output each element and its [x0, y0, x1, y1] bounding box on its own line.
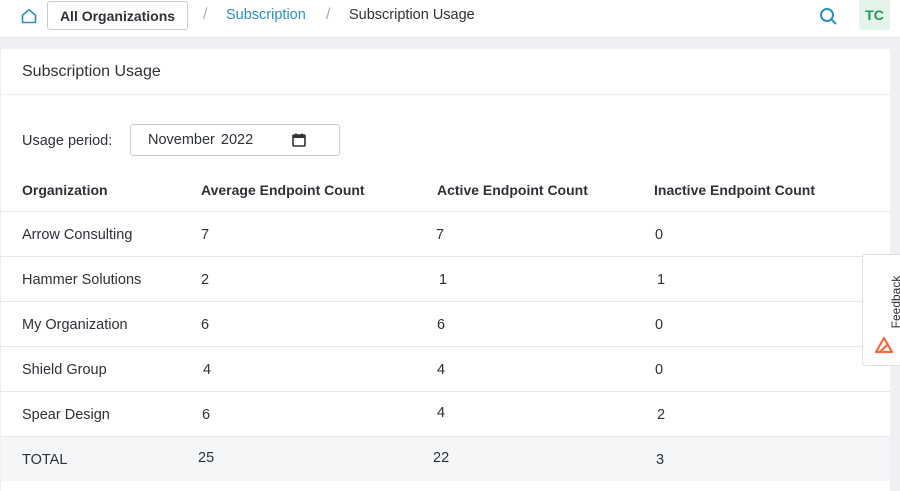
- cell-average: 6: [202, 407, 211, 423]
- all-organizations-button[interactable]: All Organizations: [47, 1, 188, 30]
- breadcrumb-current: Subscription Usage: [349, 7, 475, 23]
- cell-average: 4: [203, 362, 212, 378]
- cell-inactive: 0: [655, 362, 664, 378]
- table-row-total: TOTAL 25 22 3: [1, 436, 890, 481]
- calendar-icon[interactable]: [291, 132, 307, 148]
- avatar[interactable]: TC: [859, 0, 890, 30]
- usage-period-value: November 2022: [148, 132, 254, 148]
- page-title: Subscription Usage: [22, 63, 161, 80]
- subscription-usage-card: Subscription Usage Usage period: Novembe…: [1, 49, 890, 491]
- feedback-label: Feedback: [889, 275, 900, 329]
- cell-inactive: 1: [657, 272, 666, 288]
- cell-organization: Arrow Consulting: [22, 227, 133, 243]
- breadcrumb-subscription-link[interactable]: Subscription: [226, 7, 306, 23]
- column-header-inactive[interactable]: Inactive Endpoint Count: [654, 182, 815, 198]
- cell-average: 6: [201, 317, 210, 333]
- feedback-logo-icon: [874, 336, 894, 354]
- table-row: Arrow Consulting 7 7 0: [1, 211, 890, 256]
- table-row: Spear Design 6 4 2: [1, 391, 890, 436]
- home-icon[interactable]: [20, 7, 38, 25]
- cell-active: 1: [439, 272, 448, 288]
- cell-inactive: 3: [656, 452, 665, 468]
- table-row: My Organization 6 6 0: [1, 301, 890, 346]
- breadcrumb-separator: /: [203, 6, 208, 23]
- top-bar: All Organizations / Subscription / Subsc…: [0, 0, 900, 38]
- column-header-active[interactable]: Active Endpoint Count: [437, 182, 588, 198]
- divider: [1, 94, 890, 95]
- feedback-tab[interactable]: Feedback: [862, 254, 900, 366]
- cell-inactive: 0: [655, 227, 664, 243]
- table-row: Hammer Solutions 2 1 1: [1, 256, 890, 301]
- cell-average: 25: [198, 450, 215, 466]
- column-header-average[interactable]: Average Endpoint Count: [201, 182, 365, 198]
- cell-active: 4: [437, 405, 446, 421]
- usage-period-input[interactable]: November 2022: [130, 124, 340, 156]
- usage-period-label: Usage period:: [22, 133, 113, 149]
- cell-organization: My Organization: [22, 317, 128, 333]
- cell-active: 22: [433, 450, 450, 466]
- cell-active: 6: [437, 317, 446, 333]
- cell-average: 7: [201, 227, 210, 243]
- cell-organization: Hammer Solutions: [22, 272, 142, 288]
- cell-active: 4: [437, 362, 446, 378]
- cell-organization: Spear Design: [22, 407, 110, 423]
- cell-active: 7: [436, 227, 445, 243]
- cell-average: 2: [201, 272, 210, 288]
- cell-inactive: 2: [657, 407, 666, 423]
- cell-organization: TOTAL: [22, 452, 68, 468]
- table-row: Shield Group 4 4 0: [1, 346, 890, 391]
- cell-inactive: 0: [655, 317, 664, 333]
- search-icon[interactable]: [818, 6, 838, 26]
- column-header-organization[interactable]: Organization: [22, 182, 108, 198]
- cell-organization: Shield Group: [22, 362, 107, 378]
- breadcrumb-separator: /: [326, 6, 331, 23]
